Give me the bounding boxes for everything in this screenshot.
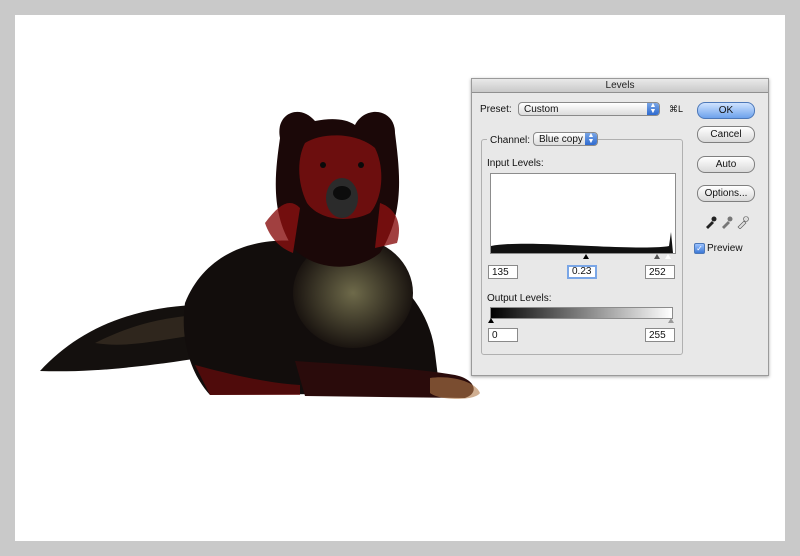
input-black-field[interactable]: 135: [488, 265, 518, 279]
auto-button[interactable]: Auto: [697, 156, 755, 173]
channel-label: Channel:: [487, 135, 534, 146]
options-button[interactable]: Options...: [697, 185, 755, 202]
eyedropper-black-icon[interactable]: [706, 216, 717, 230]
preview-label: Preview: [707, 243, 743, 254]
input-white-field[interactable]: 252: [645, 265, 675, 279]
cancel-button[interactable]: Cancel: [697, 126, 755, 143]
output-black-field[interactable]: 0: [488, 328, 518, 342]
output-white-field[interactable]: 255: [645, 328, 675, 342]
levels-dialog: Levels Preset: Custom ▲ ▼ ⌘L Channel: Blu…: [471, 78, 769, 376]
output-black-slider[interactable]: [488, 318, 494, 323]
eyedropper-group: [706, 216, 749, 230]
input-gamma-field[interactable]: 0.23: [567, 265, 597, 279]
preview-checkbox[interactable]: ✓: [694, 243, 705, 254]
output-white-slider[interactable]: [668, 318, 674, 323]
histogram-graph: [491, 232, 673, 253]
output-gradient: [490, 307, 673, 319]
eyedropper-gray-icon[interactable]: [722, 216, 733, 230]
input-white-slider[interactable]: [665, 254, 671, 259]
preset-dropdown[interactable]: Custom ▲ ▼: [518, 102, 660, 116]
dog-photo: [40, 111, 480, 399]
eyedropper-white-icon[interactable]: [737, 216, 749, 230]
ok-button[interactable]: OK: [697, 102, 755, 119]
preset-shortcut: ⌘L: [669, 104, 684, 114]
histogram: [490, 173, 676, 254]
input-black-slider[interactable]: [583, 254, 589, 259]
output-levels-label: Output Levels:: [487, 293, 552, 304]
input-gamma-slider[interactable]: [654, 254, 660, 259]
checkmark-icon: ✓: [696, 244, 703, 253]
stepper-icon: ▲ ▼: [585, 132, 597, 145]
preset-value: Custom: [524, 104, 559, 115]
channel-dropdown[interactable]: Blue copy ▲ ▼: [533, 132, 598, 146]
channel-value: Blue copy: [539, 134, 583, 145]
dialog-title: Levels: [472, 79, 768, 93]
stepper-icon: ▲ ▼: [647, 102, 659, 115]
preset-label: Preset:: [480, 104, 512, 115]
input-levels-label: Input Levels:: [487, 158, 544, 169]
